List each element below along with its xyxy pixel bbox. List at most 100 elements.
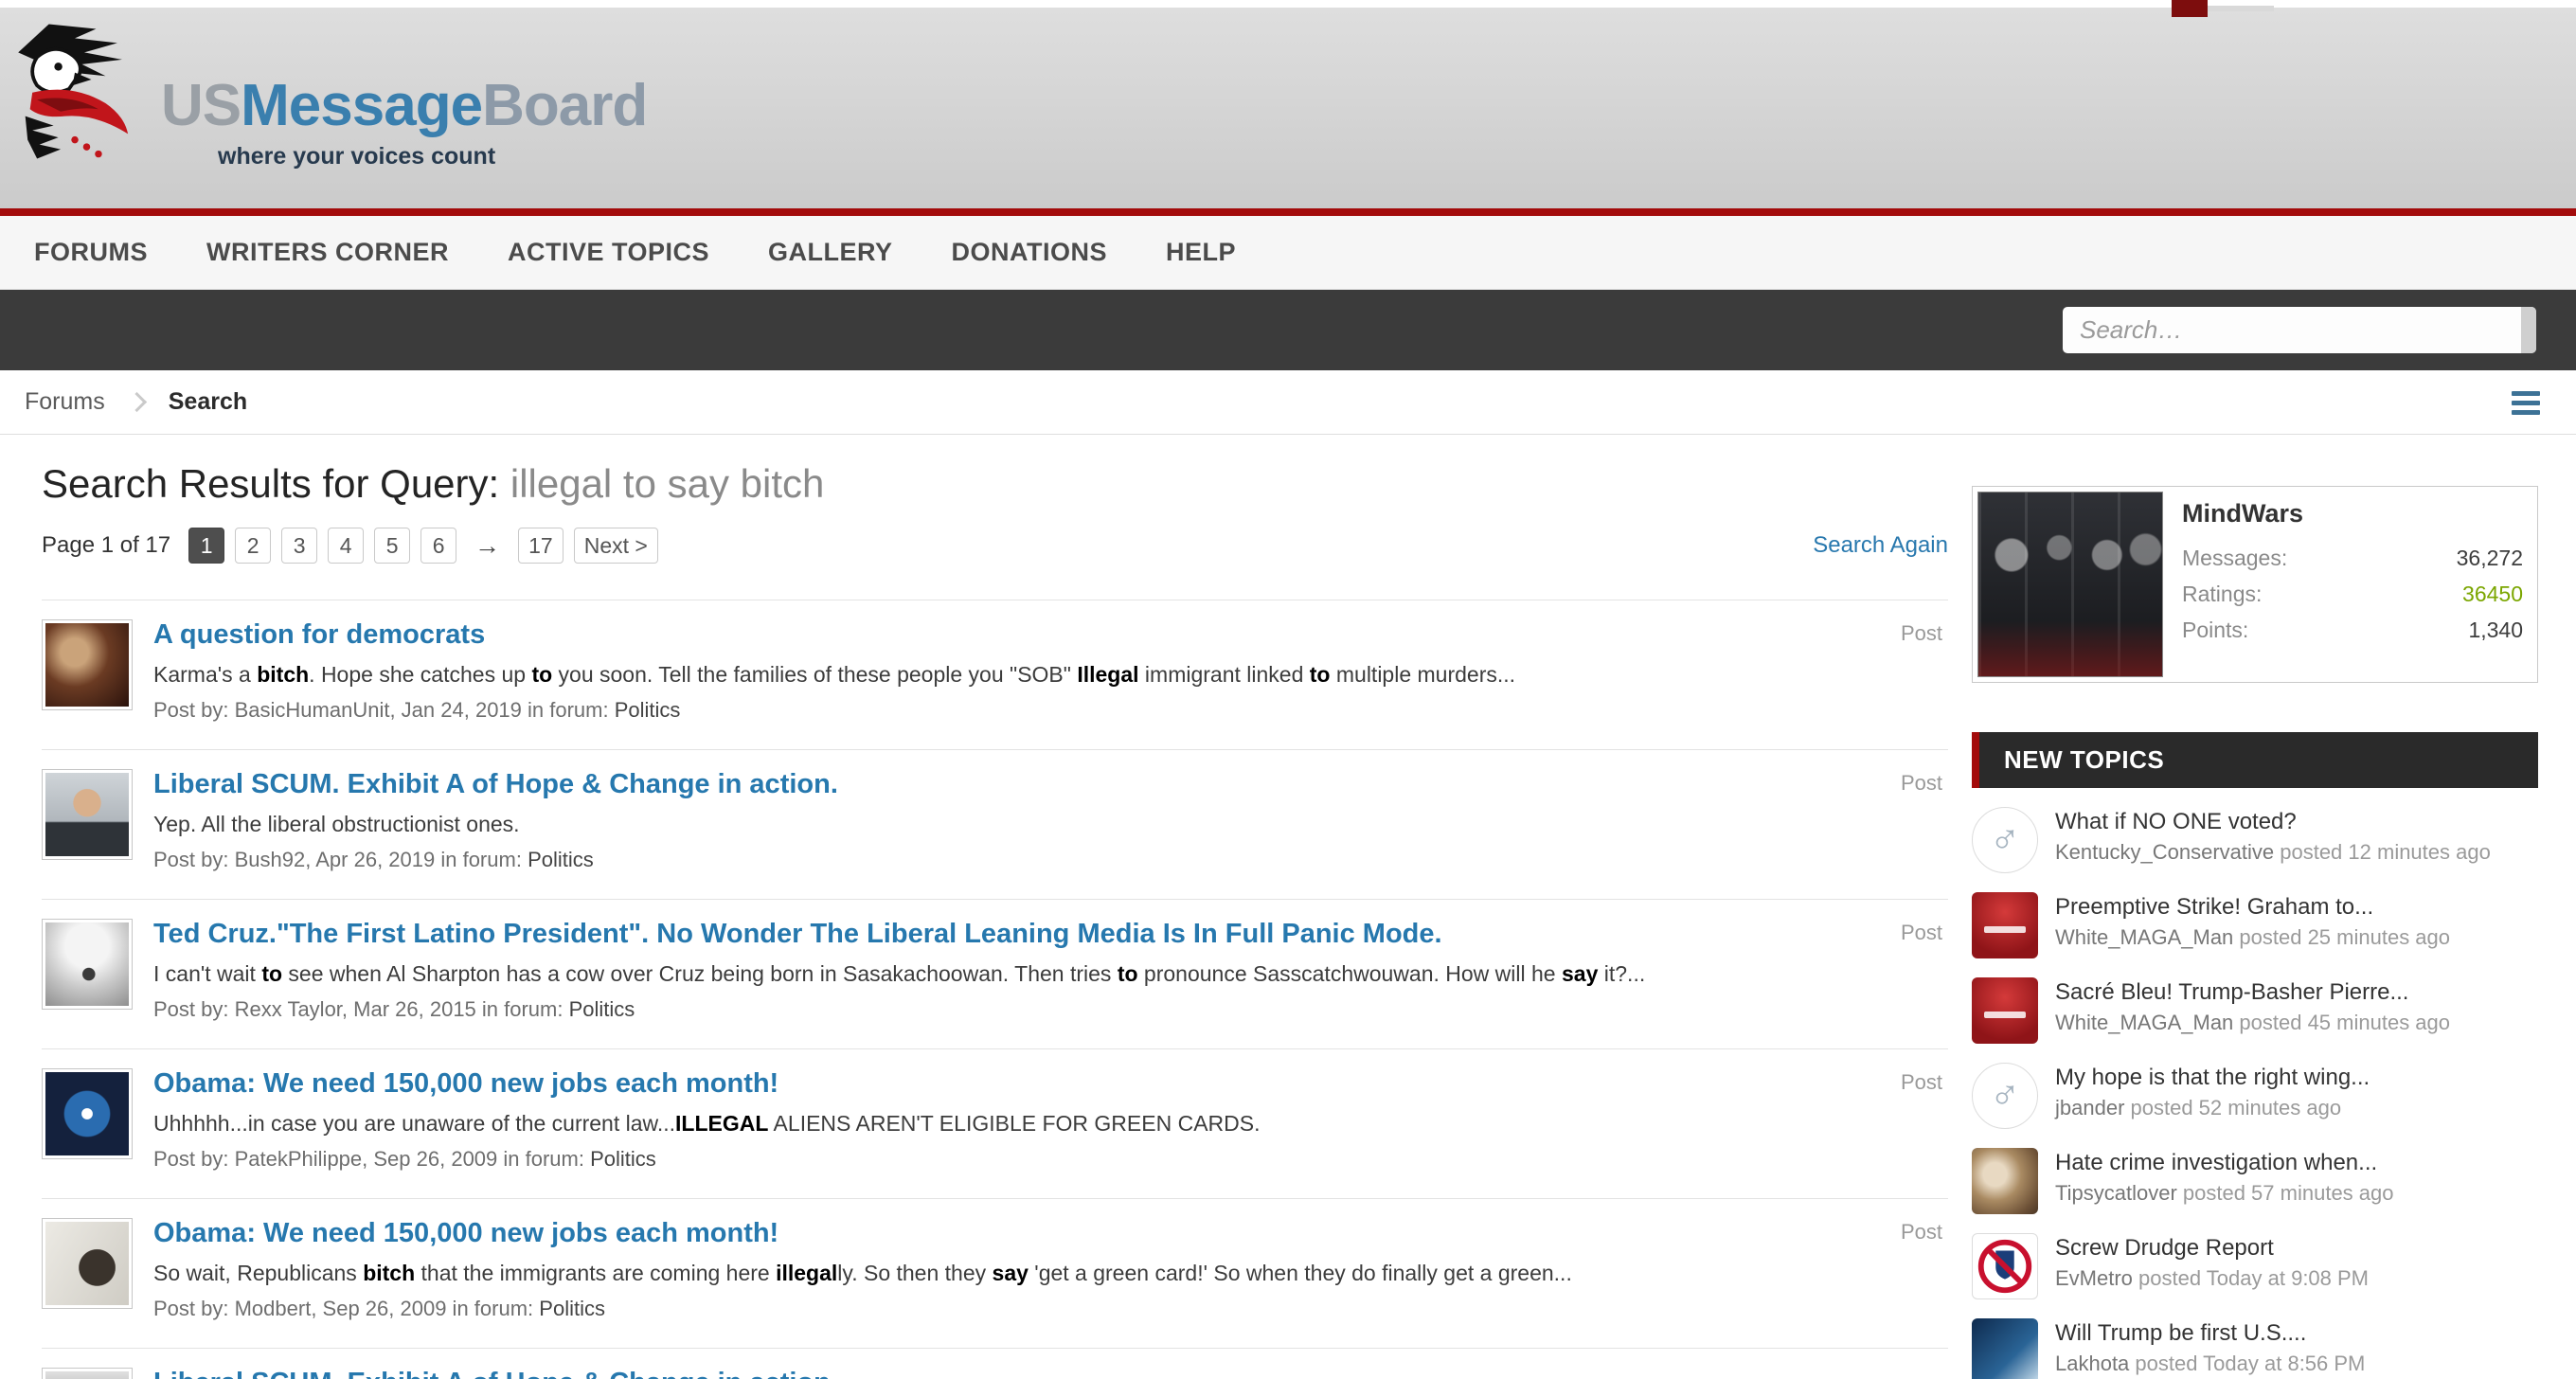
nav-item-writers-corner[interactable]: WRITERS CORNER bbox=[206, 238, 449, 267]
result-title-link[interactable]: A question for democrats bbox=[153, 619, 485, 650]
male-symbol-avatar[interactable]: ♂ bbox=[1972, 1063, 2038, 1129]
page-button-6[interactable]: 6 bbox=[420, 528, 456, 564]
result-forum-link[interactable]: Politics bbox=[569, 997, 635, 1021]
result-author-avatar[interactable] bbox=[42, 1068, 133, 1159]
topic-title-link[interactable]: What if NO ONE voted? bbox=[2055, 809, 2538, 835]
topic-meta: EvMetro posted Today at 9:08 PM bbox=[2055, 1265, 2538, 1293]
search-result-6-partial: Liberal SCUM. Exhibit A of Hope & Change… bbox=[42, 1349, 1948, 1379]
topic-title-link[interactable]: Screw Drudge Report bbox=[2055, 1235, 2538, 1262]
page-button-3[interactable]: 3 bbox=[281, 528, 317, 564]
search-result-1: A question for democrats Karma's a bitch… bbox=[42, 600, 1948, 750]
result-forum-link[interactable]: Politics bbox=[528, 848, 594, 871]
page-button-17[interactable]: 17 bbox=[518, 528, 564, 564]
result-author-link[interactable]: PatekPhilippe bbox=[235, 1147, 363, 1171]
page-button-1[interactable]: 1 bbox=[188, 528, 224, 564]
page-button-4[interactable]: 4 bbox=[328, 528, 364, 564]
result-author-link[interactable]: BasicHumanUnit bbox=[235, 698, 390, 722]
page-button-2[interactable]: 2 bbox=[235, 528, 271, 564]
result-author-avatar[interactable] bbox=[42, 1368, 133, 1379]
breadcrumb-search[interactable]: Search bbox=[169, 388, 247, 416]
page-button-5[interactable]: 5 bbox=[374, 528, 410, 564]
result-author-avatar[interactable] bbox=[42, 769, 133, 860]
male-symbol-avatar[interactable]: ♂ bbox=[1972, 807, 2038, 873]
nav-item-help[interactable]: HELP bbox=[1166, 238, 1236, 267]
topic-title-link[interactable]: Hate crime investigation when... bbox=[2055, 1150, 2538, 1176]
nav-item-gallery[interactable]: GALLERY bbox=[768, 238, 893, 267]
result-author-avatar[interactable] bbox=[42, 1218, 133, 1309]
next-page-button[interactable]: Next > bbox=[574, 528, 658, 564]
search-results-list: A question for democrats Karma's a bitch… bbox=[42, 600, 1948, 1379]
main-column: Search Results for Query: illegal to say… bbox=[0, 435, 1948, 1379]
topic-author-link[interactable]: EvMetro bbox=[2055, 1266, 2133, 1290]
chevron-right-icon bbox=[127, 392, 147, 412]
result-title-link[interactable]: Obama: We need 150,000 new jobs each mon… bbox=[153, 1068, 778, 1099]
result-author-link[interactable]: Bush92 bbox=[235, 848, 306, 871]
new-topic-item-3: Sacré Bleu! Trump-Basher Pierre... White… bbox=[1972, 977, 2538, 1044]
content-area: Search Results for Query: illegal to say… bbox=[0, 435, 2576, 1379]
breadcrumb-forums[interactable]: Forums bbox=[25, 388, 105, 416]
result-author-link[interactable]: Rexx Taylor bbox=[235, 997, 342, 1021]
member-stat-messages: Messages: 36,272 bbox=[2182, 546, 2523, 571]
search-box bbox=[2063, 307, 2536, 353]
search-result-5: Obama: We need 150,000 new jobs each mon… bbox=[42, 1199, 1948, 1349]
result-meta: Post by: PatekPhilippe, Sep 26, 2009 in … bbox=[153, 1147, 1834, 1172]
result-type-badge: Post bbox=[1901, 921, 1942, 945]
result-title-link[interactable]: Liberal SCUM. Exhibit A of Hope & Change… bbox=[153, 769, 838, 799]
member-card: MindWars Messages: 36,272 Ratings: 36450… bbox=[1972, 486, 2538, 683]
result-forum-link[interactable]: Politics bbox=[539, 1297, 605, 1320]
main-nav: FORUMS WRITERS CORNER ACTIVE TOPICS GALL… bbox=[0, 216, 2576, 290]
result-title-link[interactable]: Liberal SCUM. Exhibit A of Hope & Change… bbox=[153, 1368, 838, 1379]
result-author-avatar[interactable] bbox=[42, 619, 133, 710]
maga-hat-avatar[interactable] bbox=[1972, 892, 2038, 958]
result-meta: Post by: Rexx Taylor, Mar 26, 2015 in fo… bbox=[153, 997, 1834, 1022]
topic-title-link[interactable]: Preemptive Strike! Graham to... bbox=[2055, 894, 2538, 921]
site-tagline: where your voices count bbox=[218, 143, 647, 170]
topic-title-link[interactable]: Will Trump be first U.S.... bbox=[2055, 1320, 2538, 1347]
topic-author-link[interactable]: Lakhota bbox=[2055, 1352, 2129, 1375]
menu-icon[interactable] bbox=[2512, 391, 2540, 420]
site-logo[interactable]: USMessageBoard where your voices count bbox=[13, 17, 647, 175]
search-query-text: illegal to say bitch bbox=[510, 461, 825, 506]
new-topic-item-7-partial: Will Trump be first U.S.... Lakhota post… bbox=[1972, 1318, 2538, 1379]
top-notification-fragment-line bbox=[2208, 6, 2274, 11]
topic-author-link[interactable]: White_MAGA_Man bbox=[2055, 925, 2233, 949]
search-input[interactable] bbox=[2063, 307, 2521, 353]
nav-item-donations[interactable]: DONATIONS bbox=[952, 238, 1108, 267]
result-type-badge: Post bbox=[1901, 621, 1942, 646]
topic-author-link[interactable]: Kentucky_Conservative bbox=[2055, 840, 2274, 864]
search-again-link[interactable]: Search Again bbox=[1813, 532, 1948, 559]
topic-avatar[interactable] bbox=[1972, 1318, 2038, 1379]
nav-item-active-topics[interactable]: ACTIVE TOPICS bbox=[508, 238, 709, 267]
red-divider bbox=[0, 208, 2576, 216]
result-meta: Post by: Bush92, Apr 26, 2019 in forum: … bbox=[153, 848, 1834, 872]
result-type-badge: Post bbox=[1901, 1220, 1942, 1245]
result-type-badge: Post bbox=[1901, 771, 1942, 796]
result-forum-link[interactable]: Politics bbox=[590, 1147, 656, 1171]
dog-photo-avatar[interactable] bbox=[1972, 1148, 2038, 1214]
result-title-link[interactable]: Obama: We need 150,000 new jobs each mon… bbox=[153, 1218, 778, 1248]
result-meta: Post by: BasicHumanUnit, Jan 24, 2019 in… bbox=[153, 698, 1834, 723]
new-topic-item-1: ♂ What if NO ONE voted? Kentucky_Conserv… bbox=[1972, 807, 2538, 873]
result-author-avatar[interactable] bbox=[42, 919, 133, 1010]
topic-title-link[interactable]: Sacré Bleu! Trump-Basher Pierre... bbox=[2055, 979, 2538, 1006]
anti-nfl-logo-avatar[interactable] bbox=[1972, 1233, 2038, 1299]
result-type-badge: Post bbox=[1901, 1070, 1942, 1095]
result-author-link[interactable]: Modbert bbox=[235, 1297, 312, 1320]
topic-meta: Lakhota posted Today at 8:56 PM bbox=[2055, 1351, 2538, 1378]
new-topic-item-6: Screw Drudge Report EvMetro posted Today… bbox=[1972, 1233, 2538, 1299]
dark-toolbar bbox=[0, 290, 2576, 370]
topic-author-link[interactable]: White_MAGA_Man bbox=[2055, 1011, 2233, 1034]
topic-meta: Kentucky_Conservative posted 12 minutes … bbox=[2055, 839, 2538, 867]
member-avatar[interactable] bbox=[1977, 492, 2163, 677]
topic-title-link[interactable]: My hope is that the right wing... bbox=[2055, 1065, 2538, 1091]
result-snippet: Karma's a bitch. Hope she catches up to … bbox=[153, 660, 1834, 690]
topic-author-link[interactable]: jbander bbox=[2055, 1096, 2124, 1119]
topic-meta: jbander posted 52 minutes ago bbox=[2055, 1095, 2538, 1122]
topic-author-link[interactable]: Tipsycatlover bbox=[2055, 1181, 2177, 1205]
nav-item-forums[interactable]: FORUMS bbox=[34, 238, 148, 267]
result-forum-link[interactable]: Politics bbox=[615, 698, 681, 722]
member-name[interactable]: MindWars bbox=[2182, 499, 2523, 528]
search-submit[interactable] bbox=[2521, 307, 2536, 353]
result-title-link[interactable]: Ted Cruz."The First Latino President". N… bbox=[153, 919, 1442, 949]
maga-hat-avatar[interactable] bbox=[1972, 977, 2038, 1044]
